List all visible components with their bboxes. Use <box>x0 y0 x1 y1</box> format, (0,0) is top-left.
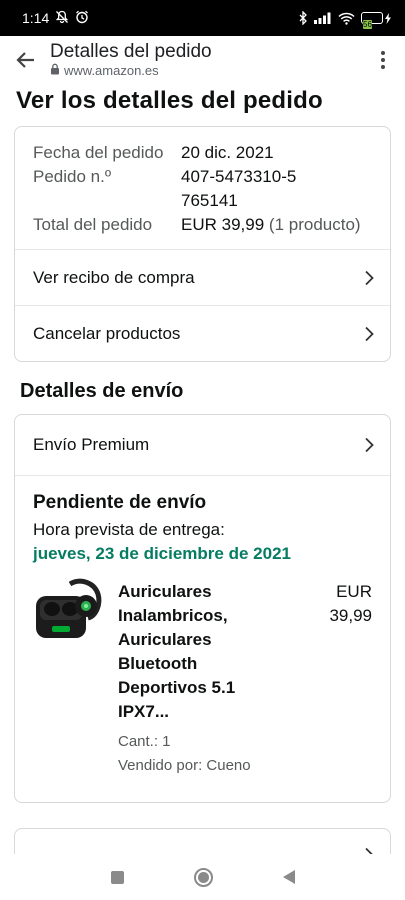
order-total-label: Total del pedido <box>33 215 153 234</box>
order-date-label: Fecha del pedido <box>33 143 164 162</box>
lock-icon <box>50 63 60 79</box>
back-triangle-icon[interactable] <box>282 870 295 884</box>
eta-label: Hora prevista de entrega: <box>33 520 225 539</box>
recent-apps-icon[interactable] <box>110 870 124 884</box>
order-number-row: Pedido n.º 407-5473310-5765141 <box>33 165 372 213</box>
chevron-right-icon <box>365 326 374 341</box>
shipping-card: Envío Premium Pendiente de envío Hora pr… <box>14 414 391 803</box>
shipping-heading: Detalles de envío <box>20 380 184 402</box>
eta-date: jueves, 23 de diciembre de 2021 <box>33 544 291 563</box>
mute-notifications-icon <box>55 10 69 27</box>
shipping-method-label: Envío Premium <box>33 435 150 454</box>
cancel-products-link[interactable]: Cancelar productos <box>15 305 390 361</box>
main-heading: Ver los detalles del pedido <box>16 87 323 114</box>
view-receipt-label: Ver recibo de compra <box>33 267 195 287</box>
shipment-status: Pendiente de envío <box>33 492 207 513</box>
order-number-label: Pedido n.º <box>33 167 112 186</box>
order-total-row: Total del pedido EUR 39,99 (1 producto) <box>33 213 372 237</box>
chevron-right-icon <box>365 270 374 285</box>
product-image[interactable] <box>30 576 106 646</box>
product-seller: Vendido por: Cueno <box>118 757 251 774</box>
alarm-icon <box>75 10 89 27</box>
more-options-icon[interactable] <box>371 46 395 74</box>
order-total-value: EUR 39,99 (1 producto) <box>181 213 372 237</box>
order-date-row: Fecha del pedido 20 dic. 2021 <box>33 141 372 165</box>
bluetooth-icon <box>299 11 308 25</box>
order-number-value: 407-5473310-5765141 <box>181 167 297 210</box>
status-right: 56 <box>299 11 391 29</box>
chevron-right-icon <box>365 437 374 453</box>
wifi-icon <box>338 12 355 25</box>
shipping-method-link[interactable]: Envío Premium <box>15 415 390 475</box>
product-price: EUR 39,99 <box>329 582 372 625</box>
back-arrow-icon[interactable] <box>12 46 40 74</box>
order-info-block: Fecha del pedido 20 dic. 2021 Pedido n.º… <box>15 127 390 249</box>
product-info: Auriculares Inalambricos, Auriculares Bl… <box>106 580 302 778</box>
status-left: 1:14 <box>22 10 89 27</box>
browser-page-title: Detalles del pedido <box>50 41 212 62</box>
view-receipt-link[interactable]: Ver recibo de compra <box>15 249 390 305</box>
battery-icon: 56 <box>361 12 391 29</box>
url-text: www.amazon.es <box>64 63 159 78</box>
order-item-count: (1 producto) <box>268 215 361 234</box>
page-titles: Detalles del pedido www.amazon.es <box>50 41 371 79</box>
page-content: Ver los detalles del pedido Fecha del pe… <box>0 86 405 803</box>
url-display: www.amazon.es <box>50 63 371 79</box>
order-summary-card: Fecha del pedido 20 dic. 2021 Pedido n.º… <box>14 126 391 362</box>
product-title[interactable]: Auriculares Inalambricos, Auriculares Bl… <box>118 580 268 724</box>
shipment-block: Pendiente de envío Hora prevista de entr… <box>15 475 390 802</box>
home-icon[interactable] <box>193 867 213 887</box>
order-total-amount: EUR 39,99 <box>181 215 265 234</box>
status-time: 1:14 <box>22 10 50 26</box>
signal-icon <box>314 12 332 24</box>
battery-level: 56 <box>363 20 372 29</box>
order-date-value: 20 dic. 2021 <box>181 143 274 162</box>
product-quantity: Cant.: 1 <box>118 733 171 750</box>
product-item[interactable]: Auriculares Inalambricos, Auriculares Bl… <box>33 578 372 778</box>
cancel-products-label: Cancelar productos <box>33 323 181 343</box>
system-nav-bar <box>0 854 405 900</box>
status-bar: 1:14 56 <box>0 0 405 36</box>
browser-header: Detalles del pedido www.amazon.es <box>0 36 405 84</box>
